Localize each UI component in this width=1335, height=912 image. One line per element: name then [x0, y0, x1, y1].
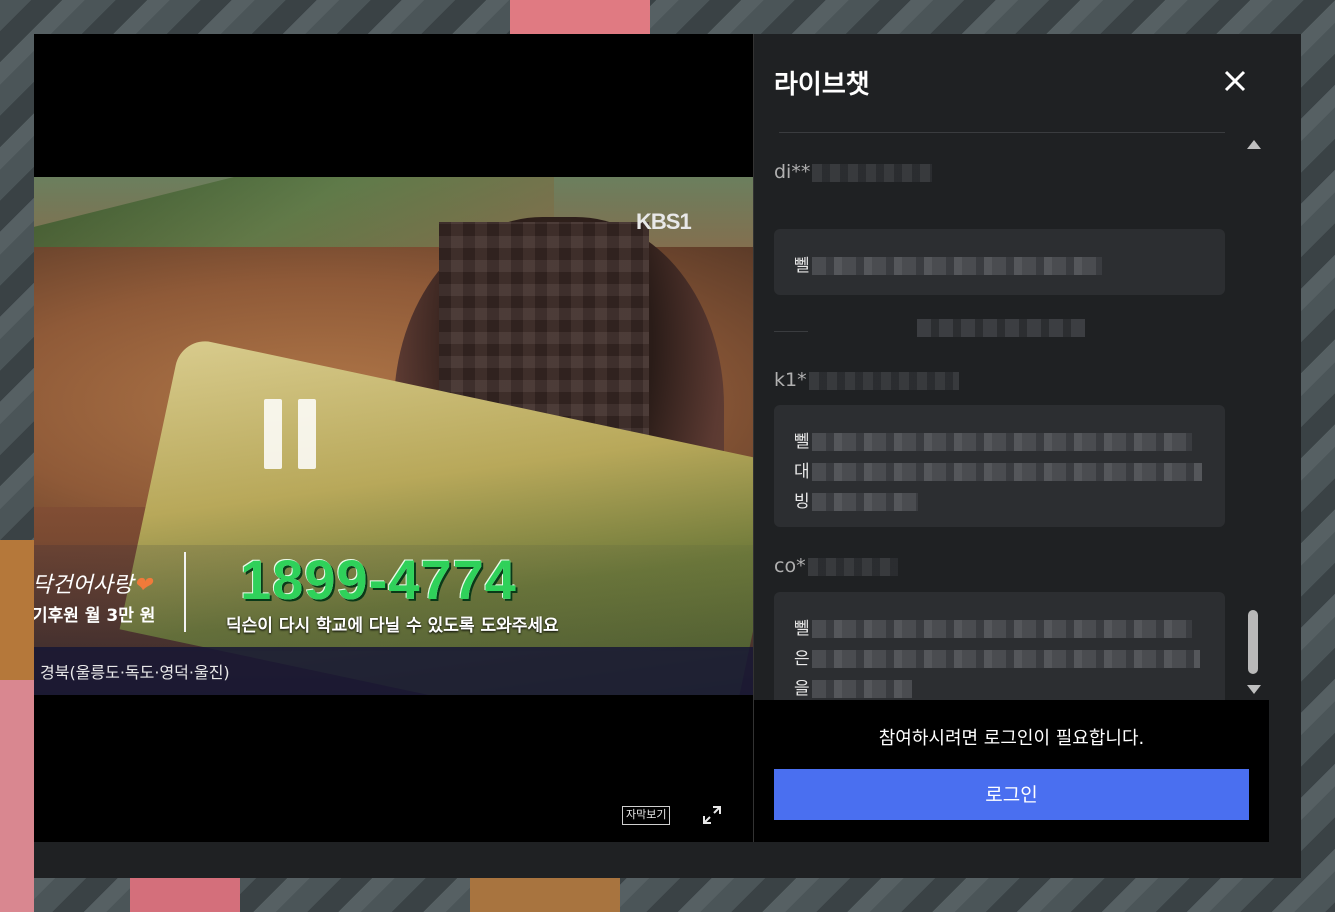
- background-tan-block-bottom: [470, 878, 620, 912]
- live-modal: KBS1 닥건어사랑❤ 기후원 월 3만 원 1899-4774 딕슨이 다시 …: [34, 34, 1301, 878]
- chat-username: di**: [774, 161, 933, 183]
- chat-message-bubble: 뻴 은 을: [774, 592, 1225, 700]
- background-pink-block-bottom: [130, 878, 240, 912]
- region-bar: 경북(울릉도·독도·영덕·울진): [34, 647, 753, 695]
- scroll-down-arrow-icon[interactable]: [1247, 685, 1261, 694]
- blurred-text: [811, 257, 1102, 275]
- blurred-text: [811, 433, 1192, 451]
- caption-campaign-sub: 기후원 월 3만 원: [34, 606, 156, 626]
- chat-title: 라이브챗: [774, 70, 870, 100]
- chat-message-bubble: 뻴 대 빙: [774, 405, 1225, 527]
- background-pink-block-left: [0, 680, 34, 912]
- caption-campaign-title: 닥건어사랑❤: [34, 573, 152, 598]
- caption-subtext: 딕슨이 다시 학교에 다닐 수 있도록 도와주세요: [226, 616, 559, 636]
- close-icon[interactable]: [1222, 68, 1248, 94]
- blurred-username: [808, 371, 959, 390]
- chat-scrollbar[interactable]: [1244, 134, 1262, 700]
- caption-phone-number: 1899-4774: [240, 548, 517, 611]
- video-player[interactable]: KBS1 닥건어사랑❤ 기후원 월 3만 원 1899-4774 딕슨이 다시 …: [34, 34, 753, 842]
- chat-divider: [774, 331, 808, 332]
- blurred-system-message: [917, 319, 1085, 337]
- subtitle-button[interactable]: 자막보기: [622, 806, 671, 825]
- blurred-text: [811, 650, 1200, 668]
- chat-message-list[interactable]: di** 뻴 k1* 뻴 대 빙 co* 뻴 은 을: [754, 134, 1242, 700]
- blurred-text: [811, 493, 918, 511]
- pause-icon[interactable]: [264, 399, 318, 469]
- scrollbar-thumb[interactable]: [1248, 610, 1258, 674]
- caption-divider: [184, 552, 186, 632]
- region-text: 경북(울릉도·독도·영덕·울진): [40, 663, 230, 682]
- scroll-up-arrow-icon[interactable]: [1247, 140, 1261, 149]
- background-pink-block: [510, 0, 650, 34]
- login-required-notice: 참여하시려면 로그인이 필요합니다.: [878, 728, 1145, 749]
- background-tan-block: [0, 540, 34, 680]
- blurred-username: [812, 163, 933, 182]
- heart-icon: ❤: [133, 573, 152, 598]
- blurred-username: [807, 557, 898, 576]
- chat-footer: 참여하시려면 로그인이 필요합니다. 로그인: [754, 700, 1269, 842]
- chat-header-divider: [779, 132, 1225, 133]
- login-button[interactable]: 로그인: [774, 769, 1249, 820]
- channel-logo: KBS1: [636, 209, 692, 234]
- fullscreen-expand-icon[interactable]: [702, 805, 722, 825]
- live-chat-panel: 라이브챗 di** 뻴 k1* 뻴 대 빙 co* 뻴 은 을 참여하시려면 로…: [753, 34, 1269, 842]
- blurred-text: [811, 463, 1202, 481]
- chat-message-bubble: 뻴: [774, 229, 1225, 295]
- blurred-text: [811, 620, 1192, 638]
- chat-username: k1*: [774, 369, 959, 391]
- video-frame[interactable]: KBS1 닥건어사랑❤ 기후원 월 3만 원 1899-4774 딕슨이 다시 …: [34, 177, 753, 695]
- blurred-text: [811, 680, 912, 698]
- chat-username: co*: [774, 555, 898, 577]
